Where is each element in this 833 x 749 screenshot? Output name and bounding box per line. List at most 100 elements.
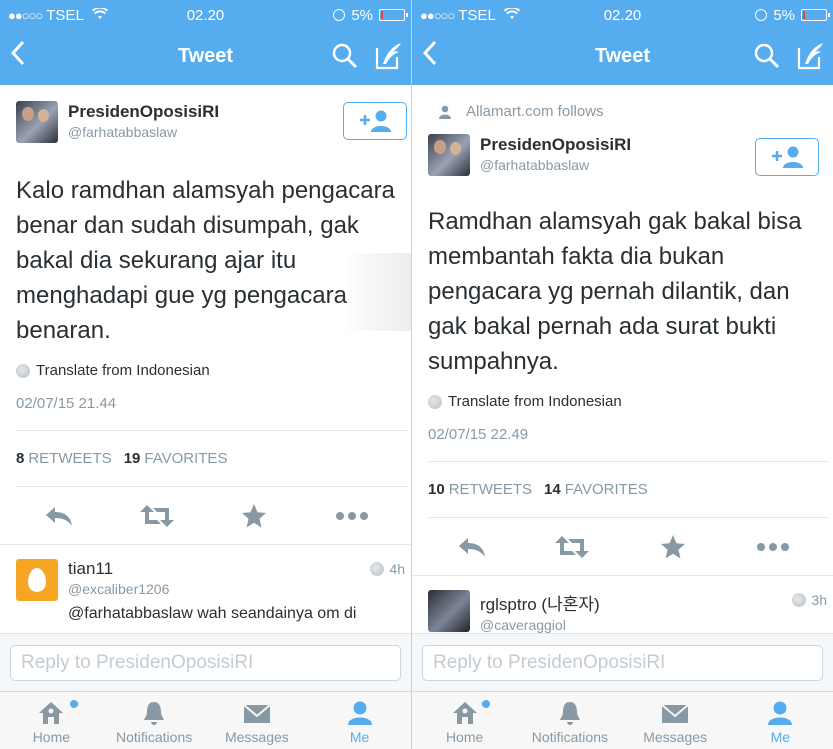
tweet-actions xyxy=(0,487,411,544)
more-options-icon[interactable] xyxy=(753,532,793,562)
favorite-count[interactable]: 14 xyxy=(544,481,561,498)
reply-avatar[interactable] xyxy=(428,590,470,632)
tweet-screen-right: ●●○○○ TSEL 02.20 5% Tweet Allamart.com f… xyxy=(411,0,833,749)
reply-author-name: rglsptro (나혼자) xyxy=(480,595,600,614)
tab-bar: Home Notifications Messages Me xyxy=(412,691,833,749)
battery-icon xyxy=(801,9,830,21)
tab-bar: Home Notifications Messages Me xyxy=(0,691,411,749)
reply-time: 3h xyxy=(792,592,827,608)
status-bar: ●●○○○ TSEL 02.20 5% xyxy=(412,0,833,30)
follow-button[interactable] xyxy=(755,138,819,176)
add-user-icon xyxy=(360,110,391,132)
author-name: PresidenOposisiRI xyxy=(480,135,632,154)
person-icon xyxy=(347,701,372,725)
reply-input[interactable] xyxy=(10,644,401,681)
battery-percent: 5% xyxy=(351,6,373,24)
favorites-label[interactable]: FAVORITES xyxy=(565,481,648,498)
tab-messages-label: Messages xyxy=(224,729,289,745)
reply-author-handle: @caveraggiol xyxy=(480,617,566,633)
reply-time-label: 3h xyxy=(811,592,827,608)
favorite-star-icon[interactable] xyxy=(653,532,693,562)
unread-dot xyxy=(482,700,490,708)
avatar[interactable] xyxy=(16,101,58,143)
reply-icon[interactable] xyxy=(39,501,79,531)
globe-icon xyxy=(792,593,807,607)
compose-icon[interactable] xyxy=(373,40,405,77)
retweet-icon[interactable] xyxy=(137,501,177,531)
tab-me[interactable]: Me xyxy=(308,692,411,749)
author-name: PresidenOposisiRI xyxy=(68,102,220,121)
reply-bar xyxy=(412,633,833,691)
reply-tweet[interactable]: rglsptro (나혼자) @caveraggiol 3h xyxy=(412,575,833,633)
favorite-count[interactable]: 19 xyxy=(124,450,141,467)
favorite-star-icon[interactable] xyxy=(234,501,274,531)
tab-notifications[interactable]: Notifications xyxy=(517,692,622,749)
compose-icon[interactable] xyxy=(795,40,827,77)
unread-dot xyxy=(70,700,78,708)
bell-icon xyxy=(144,702,165,725)
retweet-count[interactable]: 10 xyxy=(428,481,445,498)
follows-label: Allamart.com follows xyxy=(466,103,604,120)
add-user-icon xyxy=(772,146,803,168)
tweet-actions xyxy=(412,518,833,575)
tab-home[interactable]: Home xyxy=(0,692,103,749)
author-handle: @farhatabbaslaw xyxy=(68,124,178,140)
person-icon xyxy=(439,105,451,119)
more-options-icon[interactable] xyxy=(332,501,372,531)
reply-input[interactable] xyxy=(422,644,823,681)
tweet-detail: PresidenOposisiRI @farhatabbaslaw Kalo r… xyxy=(0,85,411,633)
tab-notifications[interactable]: Notifications xyxy=(103,692,206,749)
home-icon xyxy=(452,702,477,724)
reply-avatar[interactable] xyxy=(16,559,58,601)
globe-icon xyxy=(370,562,385,576)
globe-icon xyxy=(16,363,30,378)
rotation-lock-icon xyxy=(755,9,768,21)
tab-notifications-label: Notifications xyxy=(531,729,608,745)
translate-label: Translate from Indonesian xyxy=(36,362,210,379)
retweet-count[interactable]: 8 xyxy=(16,450,24,467)
tab-notifications-label: Notifications xyxy=(115,729,193,745)
bell-icon xyxy=(559,702,580,725)
media-thumbnail[interactable] xyxy=(341,253,411,331)
globe-icon xyxy=(428,394,442,409)
retweet-icon[interactable] xyxy=(552,532,592,562)
tweet-detail: Allamart.com follows PresidenOposisiRI @… xyxy=(412,85,833,633)
translate-link[interactable]: Translate from Indonesian xyxy=(412,393,833,410)
reply-icon[interactable] xyxy=(452,532,492,562)
tab-messages[interactable]: Messages xyxy=(623,692,728,749)
tab-messages-label: Messages xyxy=(643,729,708,745)
tweet-screen-left: ●●○○○ TSEL 02.20 5% Tweet PresidenOposis… xyxy=(0,0,411,749)
search-icon[interactable] xyxy=(753,42,781,75)
tweet-stats: 8 RETWEETS 19 FAVORITES xyxy=(0,431,411,486)
tab-home-label: Home xyxy=(32,729,71,745)
reply-author-handle: @excaliber1206 xyxy=(68,581,170,597)
tweet-text: Ramdhan alamsyah gak bakal bisa membanta… xyxy=(428,208,802,375)
follow-button[interactable] xyxy=(343,102,407,140)
tab-me[interactable]: Me xyxy=(728,692,833,749)
reply-text: @farhatabbaslaw wah seandainya om di xyxy=(68,605,357,622)
rotation-lock-icon xyxy=(333,9,346,21)
tab-messages[interactable]: Messages xyxy=(206,692,309,749)
status-right: 5% xyxy=(755,6,830,24)
home-icon xyxy=(39,702,64,724)
person-icon xyxy=(768,701,793,725)
tweet-timestamp: 02/07/15 22.49 xyxy=(428,426,529,443)
translate-link[interactable]: Translate from Indonesian xyxy=(0,362,411,379)
tweet-stats: 10 RETWEETS 14 FAVORITES xyxy=(412,462,833,517)
reply-tweet[interactable]: tian11 @excaliber1206 @farhatabbaslaw wa… xyxy=(0,544,411,623)
envelope-icon xyxy=(243,704,271,723)
search-icon[interactable] xyxy=(331,42,359,75)
tweet-timestamp: 02/07/15 21.44 xyxy=(16,395,117,412)
avatar[interactable] xyxy=(428,134,470,176)
battery-percent: 5% xyxy=(773,6,795,24)
retweets-label[interactable]: RETWEETS xyxy=(28,450,111,467)
reply-author-name: tian11 xyxy=(68,559,114,578)
tab-home[interactable]: Home xyxy=(412,692,517,749)
favorites-label[interactable]: FAVORITES xyxy=(144,450,227,467)
nav-bar: Tweet xyxy=(412,30,833,85)
social-context: Allamart.com follows xyxy=(438,103,833,120)
reply-time: 4h xyxy=(370,561,405,577)
battery-icon xyxy=(379,9,408,21)
envelope-icon xyxy=(661,704,689,723)
retweets-label[interactable]: RETWEETS xyxy=(449,481,532,498)
